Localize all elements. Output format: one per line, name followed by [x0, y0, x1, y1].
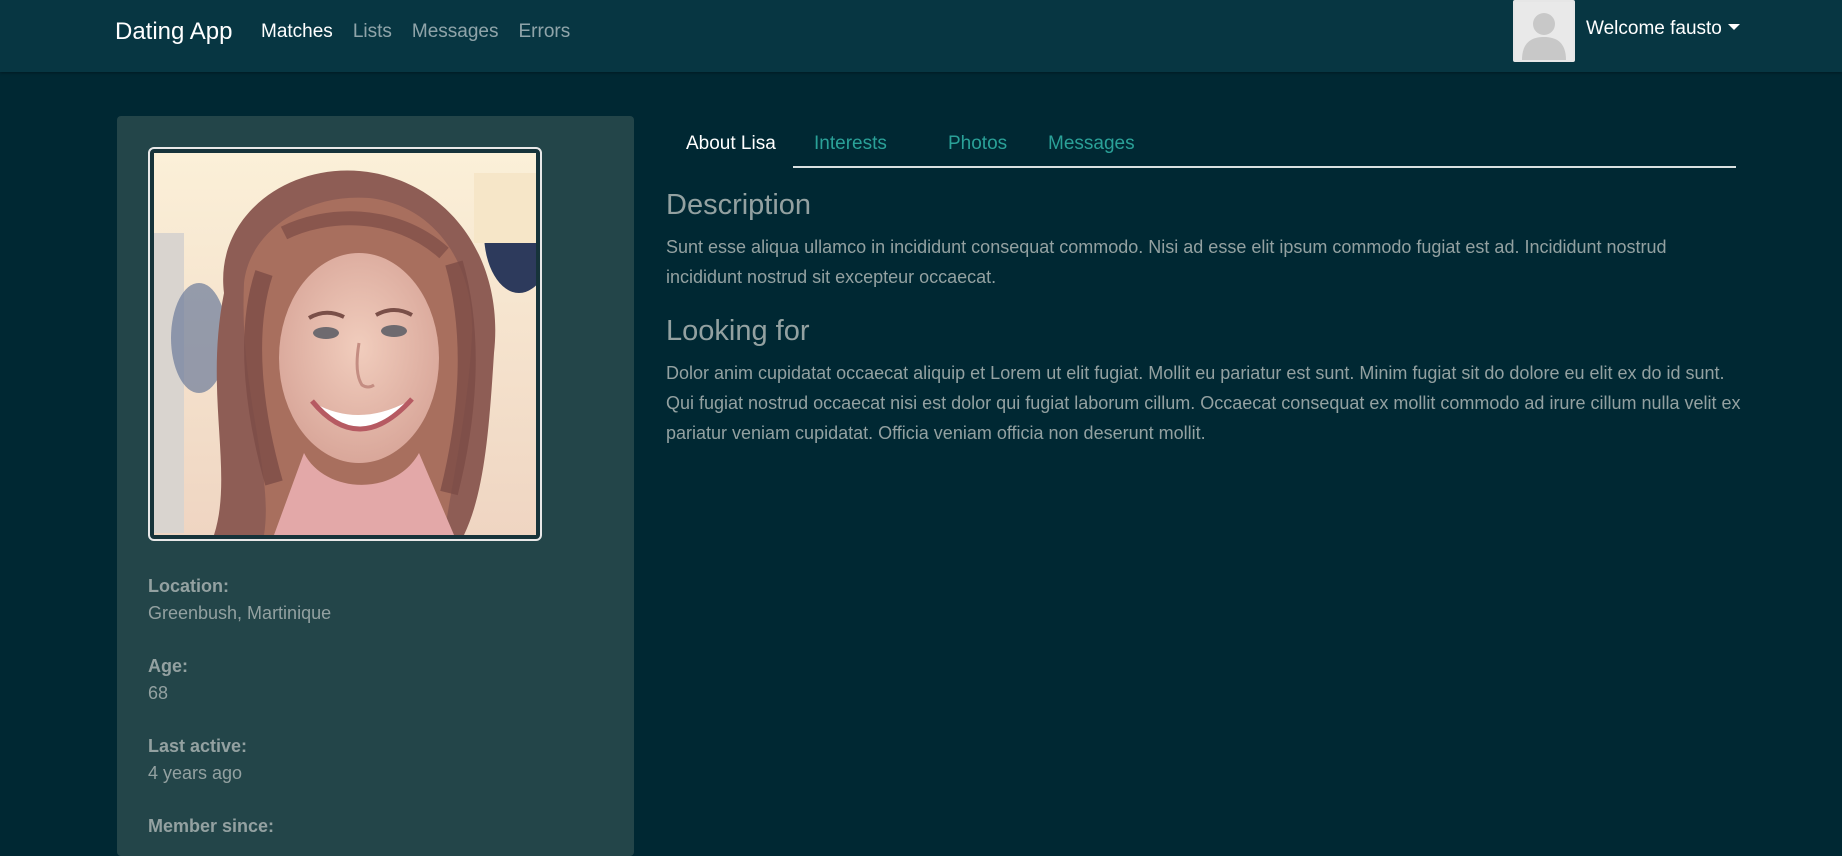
member-since-block: Member since:: [148, 814, 274, 838]
age-value: 68: [148, 683, 169, 703]
user-dropdown-toggle[interactable]: Welcome fausto: [1586, 17, 1740, 41]
looking-for-text: Dolor anim cupidatat occaecat aliquip et…: [666, 363, 1741, 443]
location-value: Greenbush, Martinique: [148, 603, 332, 623]
location-label: Location:: [148, 576, 229, 596]
last-active-label: Last active:: [148, 736, 248, 756]
tab-about[interactable]: About Lisa: [666, 126, 796, 172]
last-active-value: 4 years ago: [148, 763, 243, 783]
location-block: Location: Greenbush, Martinique: [148, 574, 331, 628]
user-avatar[interactable]: [1513, 0, 1575, 62]
age-block: Age: 68: [148, 654, 188, 708]
looking-for-heading: Looking for: [666, 315, 810, 347]
last-active-block: Last active: 4 years ago: [148, 734, 247, 788]
member-since-label: Member since:: [148, 816, 275, 836]
brand-link[interactable]: Dating App: [115, 17, 232, 47]
profile-tabs: About Lisa Interests Photos Messages: [666, 122, 1736, 168]
description-text: Sunt esse aliqua ullamco in incididunt c…: [666, 237, 1667, 287]
nav-link-lists[interactable]: Lists: [353, 20, 392, 44]
profile-card: Location: Greenbush, Martinique Age: 68 …: [117, 116, 634, 856]
nav-link-errors[interactable]: Errors: [519, 20, 571, 44]
tab-photos[interactable]: Photos: [928, 126, 1027, 162]
welcome-text: Welcome fausto: [1586, 18, 1722, 39]
user-placeholder-icon: [1515, 2, 1573, 60]
profile-photo-illustration: [154, 153, 536, 535]
description-heading: Description: [666, 189, 812, 221]
caret-down-icon: [1727, 23, 1740, 30]
tab-messages[interactable]: Messages: [1028, 126, 1155, 162]
nav-links: Matches Lists Messages Errors: [261, 20, 590, 44]
nav-link-messages[interactable]: Messages: [412, 20, 499, 44]
top-navbar: Dating App Matches Lists Messages Errors…: [0, 0, 1842, 72]
tabs-divider: [793, 166, 1736, 168]
tab-interests[interactable]: Interests: [794, 126, 907, 162]
age-label: Age:: [148, 656, 188, 676]
nav-link-matches[interactable]: Matches: [261, 20, 333, 44]
profile-photo: [154, 153, 536, 535]
profile-photo-frame: [148, 147, 542, 541]
